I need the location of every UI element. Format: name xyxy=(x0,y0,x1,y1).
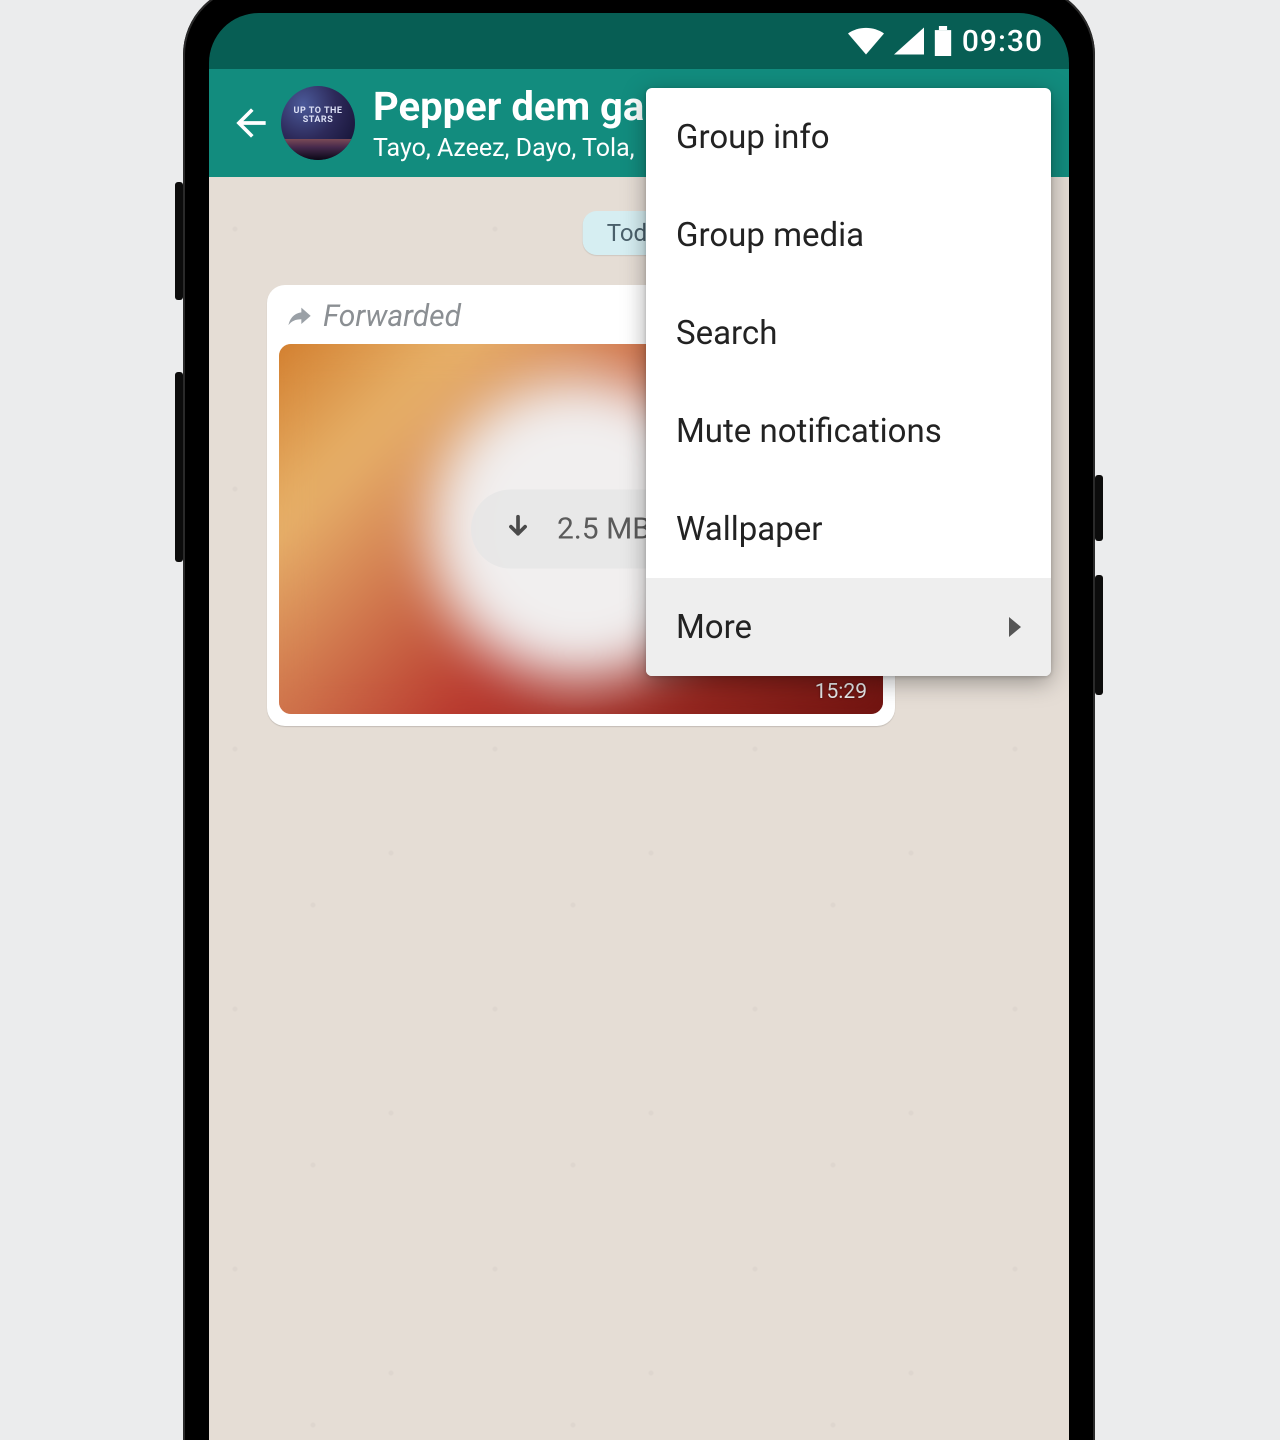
screen: 09:30 UP TO THE STARS Pepper dem gang Ta… xyxy=(209,13,1069,1440)
battery-icon xyxy=(934,26,952,56)
menu-item-mute-notifications[interactable]: Mute notifications xyxy=(646,382,1051,480)
download-icon xyxy=(501,512,535,546)
menu-item-group-info[interactable]: Group info xyxy=(646,88,1051,186)
message-time: 15:29 xyxy=(815,680,867,704)
phone-side-button xyxy=(1095,575,1103,695)
menu-item-more-label: More xyxy=(676,608,752,647)
menu-item-group-media[interactable]: Group media xyxy=(646,186,1051,284)
menu-item-more[interactable]: More xyxy=(646,578,1051,676)
forwarded-text: Forwarded xyxy=(323,299,461,334)
arrow-left-icon xyxy=(229,101,273,145)
clock: 09:30 xyxy=(962,24,1043,59)
back-button[interactable] xyxy=(221,101,281,145)
wifi-icon xyxy=(848,27,884,55)
download-size: 2.5 MB xyxy=(557,512,651,547)
cell-signal-icon xyxy=(894,27,924,55)
menu-item-wallpaper[interactable]: Wallpaper xyxy=(646,480,1051,578)
menu-item-search[interactable]: Search xyxy=(646,284,1051,382)
phone-side-button xyxy=(175,372,183,562)
avatar-text: UP TO THE STARS xyxy=(281,86,355,160)
status-bar: 09:30 xyxy=(209,13,1069,69)
overflow-menu: Group info Group media Search Mute notif… xyxy=(646,88,1051,676)
chevron-right-icon xyxy=(1009,617,1021,637)
phone-frame: 09:30 UP TO THE STARS Pepper dem gang Ta… xyxy=(183,0,1095,1440)
phone-side-button xyxy=(1095,475,1103,541)
forward-icon xyxy=(285,303,313,331)
group-avatar[interactable]: UP TO THE STARS xyxy=(281,86,355,160)
phone-side-button xyxy=(175,182,183,300)
